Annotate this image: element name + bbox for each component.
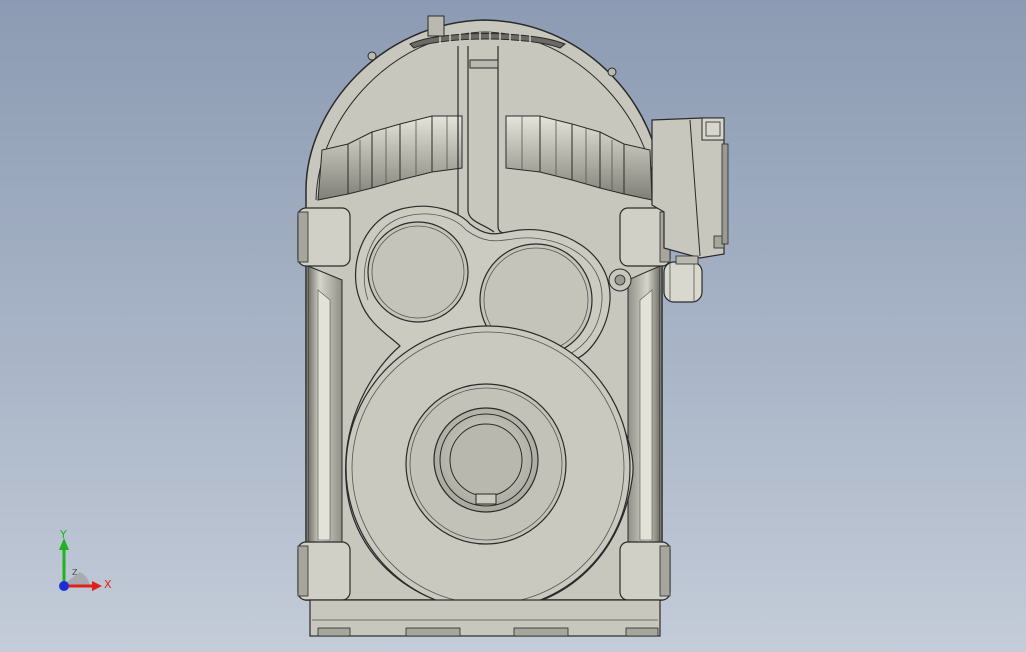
base-plate [309, 599, 661, 637]
mounting-boss-tr [619, 207, 671, 267]
graphics-viewport[interactable]: Y X Z [0, 0, 1026, 652]
mounting-boss-tl [297, 207, 351, 267]
mounting-boss-br [619, 541, 671, 601]
input-bore [367, 221, 469, 323]
mounting-boss-bl [297, 541, 351, 601]
axis-z-label: Z [72, 568, 78, 577]
cable-gland [663, 255, 703, 303]
axis-triad-icon: Y X Z [50, 528, 120, 600]
keyway [475, 493, 497, 505]
gearbox-model[interactable] [0, 0, 1026, 652]
axis-y-label: Y [60, 528, 67, 541]
breather-plug [427, 15, 445, 37]
axis-x-label: X [104, 578, 112, 591]
terminal-box[interactable] [651, 117, 729, 259]
